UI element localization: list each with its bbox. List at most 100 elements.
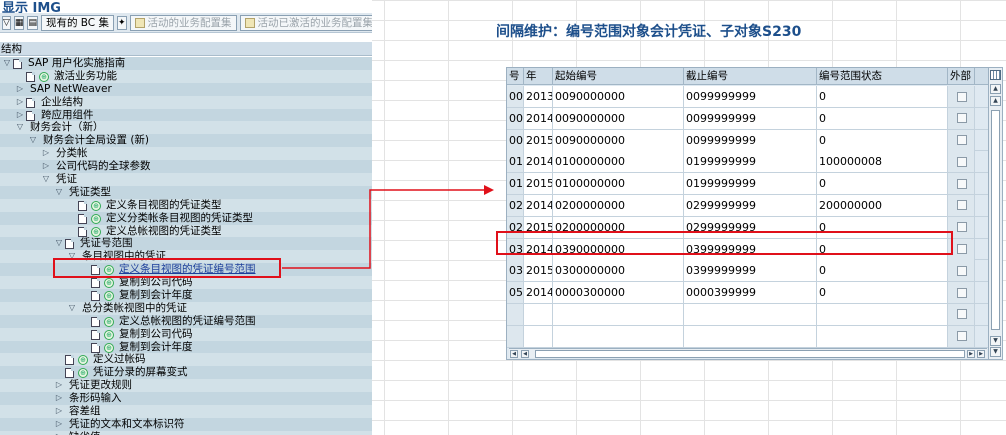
tree-node[interactable]: ▽ 财务会计（新）: [0, 121, 372, 135]
table-row[interactable]: 00 2013 0090000000 0099999999 0: [507, 86, 989, 108]
document-icon[interactable]: [26, 71, 35, 82]
execute-clock-icon[interactable]: ⊕: [104, 329, 114, 340]
collapse-icon[interactable]: ▽: [55, 237, 63, 250]
table-cell[interactable]: 0299999999: [684, 194, 817, 216]
table-cell[interactable]: 0099999999: [684, 107, 817, 129]
external-checkbox[interactable]: [957, 135, 967, 146]
table-cell[interactable]: [817, 325, 948, 347]
tree-node[interactable]: ⊕ 复制到会计年度: [0, 289, 372, 302]
table-row[interactable]: [507, 303, 989, 326]
table-cell[interactable]: 2015: [524, 173, 553, 195]
table-cell[interactable]: 0090000000: [553, 107, 684, 129]
table-cell[interactable]: 0: [817, 86, 948, 107]
tree-node[interactable]: ⊕ 定义过帐码: [0, 353, 372, 367]
tree-node[interactable]: ▷ 凭证更改规则: [0, 379, 372, 393]
table-row[interactable]: 00 2015 0090000000 0099999999 0: [507, 129, 989, 152]
column-header[interactable]: 截止编号: [684, 68, 817, 85]
tree-node[interactable]: ▷ 分类帐: [0, 147, 372, 161]
scroll-thumb[interactable]: [991, 110, 1000, 330]
table-cell[interactable]: 0100000000: [553, 151, 684, 173]
external-checkbox[interactable]: [957, 156, 967, 167]
scroll-thumb[interactable]: [535, 350, 965, 358]
table-cell[interactable]: 0300000000: [553, 260, 684, 282]
expand-icon[interactable]: ▷: [42, 160, 50, 173]
table-cell[interactable]: [817, 303, 948, 325]
document-icon[interactable]: [13, 59, 22, 69]
execute-clock-icon[interactable]: ⊕: [91, 200, 101, 211]
column-header[interactable]: 外部: [948, 68, 975, 85]
tree-node[interactable]: ▽ 凭证号范围: [0, 237, 372, 251]
expand-icon[interactable]: ▷: [55, 405, 63, 418]
collapse-icon[interactable]: ▽: [29, 134, 37, 147]
column-header[interactable]: 号: [507, 68, 524, 85]
scroll-right-icon[interactable]: ▶: [977, 350, 985, 358]
table-cell[interactable]: 100000008: [817, 151, 948, 173]
tree-node[interactable]: ⊕ 定义总帐视图的凭证编号范围: [0, 314, 372, 328]
table-cell[interactable]: [684, 325, 817, 347]
external-checkbox[interactable]: [957, 287, 967, 298]
table-row[interactable]: [507, 325, 989, 348]
table-cell[interactable]: 0: [817, 107, 948, 129]
external-checkbox[interactable]: [957, 244, 967, 255]
table-cell[interactable]: 0199999999: [684, 173, 817, 195]
table-cell[interactable]: 0: [817, 129, 948, 151]
expand-icon[interactable]: ▷: [16, 83, 24, 96]
tree-node[interactable]: ▷ 跨应用组件: [0, 108, 372, 122]
table-row[interactable]: 02 2014 0200000000 0299999999 200000000: [507, 194, 989, 217]
expand-icon[interactable]: ▷: [55, 431, 63, 435]
folder-icon[interactable]: ▤: [27, 15, 38, 30]
active-config-button[interactable]: 活动的业务配置集: [129, 14, 237, 31]
table-row[interactable]: 01 2014 0100000000 0199999999 100000008: [507, 151, 989, 174]
document-icon[interactable]: [65, 368, 74, 379]
collapse-icon[interactable]: ▽: [16, 121, 24, 134]
table-cell[interactable]: 0399999999: [684, 260, 817, 282]
tree-node[interactable]: ▷ 缺省值: [0, 430, 372, 435]
table-cell[interactable]: [684, 303, 817, 325]
execute-clock-icon[interactable]: ⊕: [104, 278, 114, 289]
document-icon[interactable]: [78, 200, 87, 211]
tree-node[interactable]: ⊕ 激活业务功能: [0, 69, 372, 83]
expand-icon[interactable]: ▷: [55, 379, 63, 392]
table-cell[interactable]: 2014: [524, 194, 553, 216]
collapse-icon[interactable]: ▽: [55, 186, 63, 199]
scroll-up-icon[interactable]: ▲: [990, 84, 1001, 94]
table-cell[interactable]: 0200000000: [553, 194, 684, 216]
tree-node[interactable]: ▽ 总分类帐视图中的凭证: [0, 301, 372, 315]
table-cell[interactable]: 0: [817, 282, 948, 304]
document-icon[interactable]: [91, 316, 100, 327]
external-checkbox[interactable]: [957, 265, 967, 276]
expand-icon[interactable]: ▷: [55, 392, 63, 405]
external-checkbox[interactable]: [957, 222, 967, 233]
document-icon[interactable]: [78, 213, 87, 224]
scroll-left-icon[interactable]: ◀: [521, 350, 529, 358]
table-cell[interactable]: [553, 303, 684, 325]
expand-icon[interactable]: ▽: [2, 15, 11, 30]
table-cell[interactable]: 2015: [524, 129, 553, 151]
config-icon[interactable]: ✦: [116, 15, 127, 30]
table-cell[interactable]: 0199999999: [684, 151, 817, 173]
document-icon[interactable]: [65, 239, 74, 250]
document-icon[interactable]: [65, 355, 74, 366]
column-header[interactable]: 起始编号: [553, 68, 684, 85]
execute-clock-icon[interactable]: ⊕: [78, 355, 88, 366]
tree-node[interactable]: ⊕ 定义分类帐条目视图的凭证类型: [0, 211, 372, 225]
tree-node[interactable]: ⊕ 复制到公司代码: [0, 276, 372, 290]
table-cell[interactable]: 0090000000: [553, 129, 684, 151]
execute-clock-icon[interactable]: ⊕: [39, 71, 49, 82]
tree-node[interactable]: ▽ SAP 用户化实施指南: [0, 57, 372, 70]
collapse-icon[interactable]: ▽: [42, 173, 50, 186]
tree-node[interactable]: ▷ 条形码输入: [0, 392, 372, 406]
table-cell[interactable]: 2015: [524, 260, 553, 282]
external-checkbox[interactable]: [957, 200, 967, 211]
execute-clock-icon[interactable]: ⊕: [91, 213, 101, 224]
vertical-scrollbar[interactable]: ▲ ▲ ▼ ▼: [988, 68, 1002, 359]
table-cell[interactable]: 0099999999: [684, 129, 817, 151]
tree-node[interactable]: ▽ 凭证: [0, 173, 372, 186]
table-row[interactable]: 03 2015 0300000000 0399999999 0: [507, 260, 989, 283]
column-header[interactable]: 年: [524, 68, 553, 85]
table-cell[interactable]: 0000300000: [553, 282, 684, 304]
table-cell[interactable]: 0100000000: [553, 173, 684, 195]
execute-clock-icon[interactable]: ⊕: [104, 342, 114, 353]
tree-node[interactable]: ▷ SAP NetWeaver: [0, 82, 372, 96]
document-icon[interactable]: [91, 329, 100, 340]
